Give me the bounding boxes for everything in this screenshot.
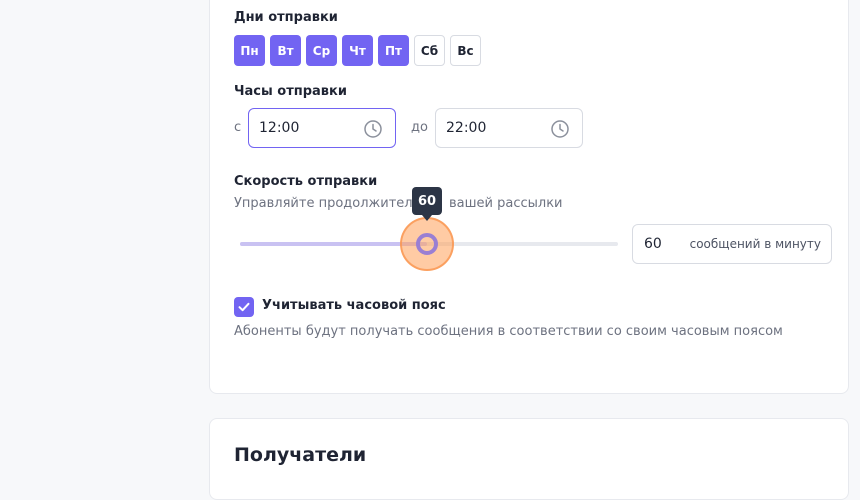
clock-icon[interactable] bbox=[550, 119, 570, 139]
send-hours-label: Часы отправки bbox=[234, 84, 347, 99]
clock-icon[interactable] bbox=[363, 119, 383, 139]
timezone-label[interactable]: Учитывать часовой пояс bbox=[262, 298, 446, 313]
time-to-value: 22:00 bbox=[446, 120, 487, 136]
check-icon bbox=[238, 302, 250, 312]
send-days-label: Дни отправки bbox=[234, 10, 338, 25]
time-to-label: до bbox=[411, 120, 428, 135]
time-to-input[interactable]: 22:00 bbox=[435, 108, 583, 148]
speed-rate-input[interactable]: 60 сообщений в минуту bbox=[632, 224, 832, 264]
recipients-title: Получатели bbox=[234, 444, 367, 466]
send-speed-description: Управляйте продолжительно bbox=[234, 196, 437, 211]
day-tue[interactable]: Вт bbox=[270, 35, 301, 66]
day-fri[interactable]: Пт bbox=[378, 35, 409, 66]
send-speed-description-tail: вашей рассылки bbox=[449, 196, 563, 211]
day-sat[interactable]: Сб bbox=[414, 35, 445, 66]
timezone-checkbox[interactable] bbox=[234, 297, 254, 317]
day-sun[interactable]: Вс bbox=[450, 35, 481, 66]
time-from-value: 12:00 bbox=[259, 120, 300, 136]
day-thu[interactable]: Чт bbox=[342, 35, 373, 66]
day-picker: Пн Вт Ср Чт Пт Сб Вс bbox=[234, 35, 481, 66]
tooltip-arrow bbox=[422, 215, 432, 221]
send-speed-description-left: Управляйте продолжительно bbox=[234, 196, 437, 211]
time-from-label: с bbox=[234, 120, 242, 135]
speed-slider-fill bbox=[240, 242, 427, 246]
day-mon[interactable]: Пн bbox=[234, 35, 265, 66]
send-speed-label: Скорость отправки bbox=[234, 174, 378, 189]
day-wed[interactable]: Ср bbox=[306, 35, 337, 66]
speed-slider-thumb[interactable] bbox=[416, 233, 438, 255]
speed-rate-value: 60 bbox=[644, 236, 662, 252]
speed-slider-tooltip: 60 bbox=[412, 187, 442, 215]
timezone-description: Абоненты будут получать сообщения в соот… bbox=[234, 324, 783, 339]
time-from-input[interactable]: 12:00 bbox=[248, 108, 396, 148]
speed-rate-unit: сообщений в минуту bbox=[689, 237, 821, 251]
